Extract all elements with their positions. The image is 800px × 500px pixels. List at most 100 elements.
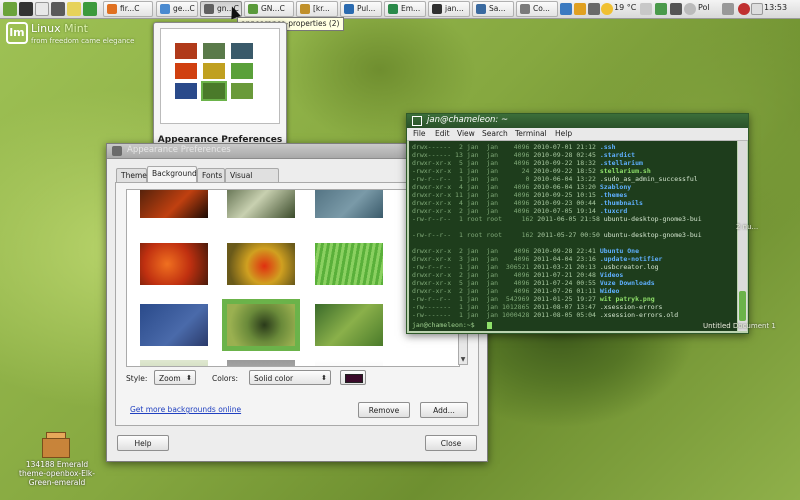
line-date: 2010-09-23 00:44 (533, 199, 600, 207)
terminal-line: drwxr-xr-x 3 jan jan 4096 2011-04-04 23:… (412, 255, 662, 263)
window-preview-popup[interactable]: Appearance Preferences (153, 22, 287, 152)
line-size: 4096 (498, 279, 534, 287)
user-label[interactable]: Pol (698, 3, 710, 12)
menu-file[interactable]: File (413, 129, 426, 138)
wallpaper-thumb-orange-flower[interactable] (140, 243, 208, 285)
taskbar-item-co[interactable]: Co... (516, 1, 558, 17)
terminal-line: -rw------- 1 jan jan 1000428 2011-08-05 … (412, 311, 678, 319)
line-filename: .xsession-errors.old (599, 311, 679, 319)
terminal-scrollbar[interactable] (738, 141, 747, 331)
taskbar-item-sa[interactable]: Sa... (472, 1, 514, 17)
wallpaper-thumb-orange-leaf[interactable] (140, 190, 208, 218)
line-size: 4096 (498, 143, 534, 151)
wallpaper-thumb-green-leaves[interactable] (315, 304, 383, 346)
wallpaper-thumb-blue-gray[interactable] (315, 190, 383, 218)
shutdown-icon[interactable] (738, 3, 750, 15)
mini-thumb (231, 83, 253, 99)
terminal-line: drwxr-xr-x 2 jan jan 4096 2010-07-05 19:… (412, 207, 627, 215)
taskbar-item-gedit[interactable]: ge...C (156, 1, 198, 17)
folder-icon (300, 4, 310, 14)
line-filename: stellarium.sh (599, 167, 651, 175)
colors-dropdown[interactable]: Solid color ⬍ (249, 370, 331, 385)
package-icon[interactable] (42, 432, 70, 458)
close-button[interactable]: Close (425, 435, 477, 451)
help-button[interactable]: Help (117, 435, 169, 451)
terminal-launcher-icon[interactable] (19, 2, 33, 16)
terminal-line: drwxr-xr-x 2 jan jan 4096 2010-09-28 22:… (412, 247, 639, 255)
mini-thumb (175, 43, 197, 59)
terminal-line: -rw-r--r-- 1 jan jan 542969 2011-01-25 1… (412, 295, 655, 303)
style-dropdown[interactable]: Zoom ⬍ (154, 370, 196, 385)
menu-help[interactable]: Help (555, 129, 572, 138)
line-filename: .usbcreator.log (599, 263, 659, 271)
calendar-icon[interactable] (751, 3, 763, 15)
line-date: 2011-03-21 20:13 (533, 263, 600, 271)
color-picker-button[interactable] (340, 370, 366, 385)
line-date: 2011-07-24 00:55 (533, 279, 600, 287)
terminal-output[interactable]: drwx------ 2 jan jan 4096 2010-07-01 21:… (409, 141, 737, 331)
background-window-label: Untitled Document 1 (703, 322, 776, 330)
line-date: 2011-08-05 05:04 (533, 311, 600, 319)
taskbar-item-gnome[interactable]: GN...C (244, 1, 294, 17)
taskbar-item-terminal[interactable]: jan... (428, 1, 470, 17)
chat-icon[interactable] (655, 3, 667, 15)
color-swatch (345, 374, 363, 383)
wallpaper-thumb-green-grass[interactable] (315, 243, 383, 285)
line-perm: drwxr-xr-x 5 jan jan (412, 279, 499, 287)
keyboard-icon[interactable] (722, 3, 734, 15)
terminal-line: drwxr-xr-x 2 jan jan 4096 2011-07-21 20:… (412, 271, 623, 279)
line-perm: drwxr-xr-x 4 jan jan (412, 183, 499, 191)
mini-thumb (231, 43, 253, 59)
terminal-cursor (487, 322, 492, 329)
taskbar-item-firefox[interactable]: fir...C (103, 1, 153, 17)
spreadsheet-launcher-icon[interactable] (83, 2, 97, 16)
chevron-down-icon: ⬍ (321, 374, 327, 382)
wallpaper-thumb-blue-plain[interactable] (140, 304, 208, 346)
wallpaper-thumb-red-flower[interactable] (227, 243, 295, 285)
taskbar-item-pulse[interactable]: Pul... (340, 1, 382, 17)
menu-edit[interactable]: Edit (435, 129, 450, 138)
wallpaper-thumb-row4-b[interactable] (227, 360, 295, 366)
colors-value: Solid color (254, 374, 294, 383)
wallpaper-thumb-row4-a[interactable] (140, 360, 208, 366)
wallpaper-thumb-dandelion[interactable] (227, 190, 295, 218)
taskbar-item-emerald[interactable]: Em... (384, 1, 426, 17)
terminal-titlebar[interactable]: jan@chameleon: ~ (407, 114, 748, 128)
taskbar-item-kr[interactable]: [kr... (296, 1, 338, 17)
tab-fonts[interactable]: Fonts (197, 168, 225, 182)
network-icon[interactable] (560, 3, 572, 15)
menu-icon[interactable] (3, 2, 17, 16)
battery-icon[interactable] (670, 3, 682, 15)
menu-search[interactable]: Search (482, 129, 508, 138)
update-icon[interactable] (574, 3, 586, 15)
user-icon[interactable] (684, 3, 696, 15)
appearance-icon (204, 4, 214, 14)
add-button[interactable]: Add... (420, 402, 468, 418)
volume-icon[interactable] (588, 3, 600, 15)
task-label: GN...C (261, 4, 285, 13)
line-perm: drwxr-xr-x 3 jan jan (412, 255, 499, 263)
window-icon (520, 4, 530, 14)
terminal-line: drwxr-xr-x 4 jan jan 4096 2010-09-23 00:… (412, 199, 643, 207)
notes-launcher-icon[interactable] (67, 2, 81, 16)
editor-launcher-icon[interactable] (35, 2, 49, 16)
weather-label[interactable]: 19 °C (614, 3, 636, 12)
task-label: jan... (445, 4, 464, 13)
clock[interactable]: 13:53 (764, 3, 787, 12)
task-label: fir...C (120, 4, 140, 13)
tab-background[interactable]: Background (147, 166, 197, 183)
tab-visual-effects[interactable]: Visual Effects (225, 168, 279, 194)
wallpaper-thumb-row4-c[interactable] (315, 360, 383, 366)
get-more-backgrounds-link[interactable]: Get more backgrounds online (130, 405, 241, 414)
weather-icon[interactable] (601, 3, 613, 15)
calculator-launcher-icon[interactable] (51, 2, 65, 16)
remove-button[interactable]: Remove (358, 402, 410, 418)
scroll-down-icon[interactable]: ▼ (459, 355, 467, 364)
tab-theme[interactable]: Theme (116, 168, 147, 182)
wallpaper-thumb-green-seed-selected[interactable] (222, 299, 300, 351)
desktop-icon-label[interactable]: 134188 Emerald theme-openbox-Elk-Green-e… (14, 460, 100, 487)
scrollbar-thumb[interactable] (739, 291, 746, 321)
mail-icon[interactable] (640, 3, 652, 15)
menu-terminal[interactable]: Terminal (515, 129, 547, 138)
menu-view[interactable]: View (457, 129, 475, 138)
